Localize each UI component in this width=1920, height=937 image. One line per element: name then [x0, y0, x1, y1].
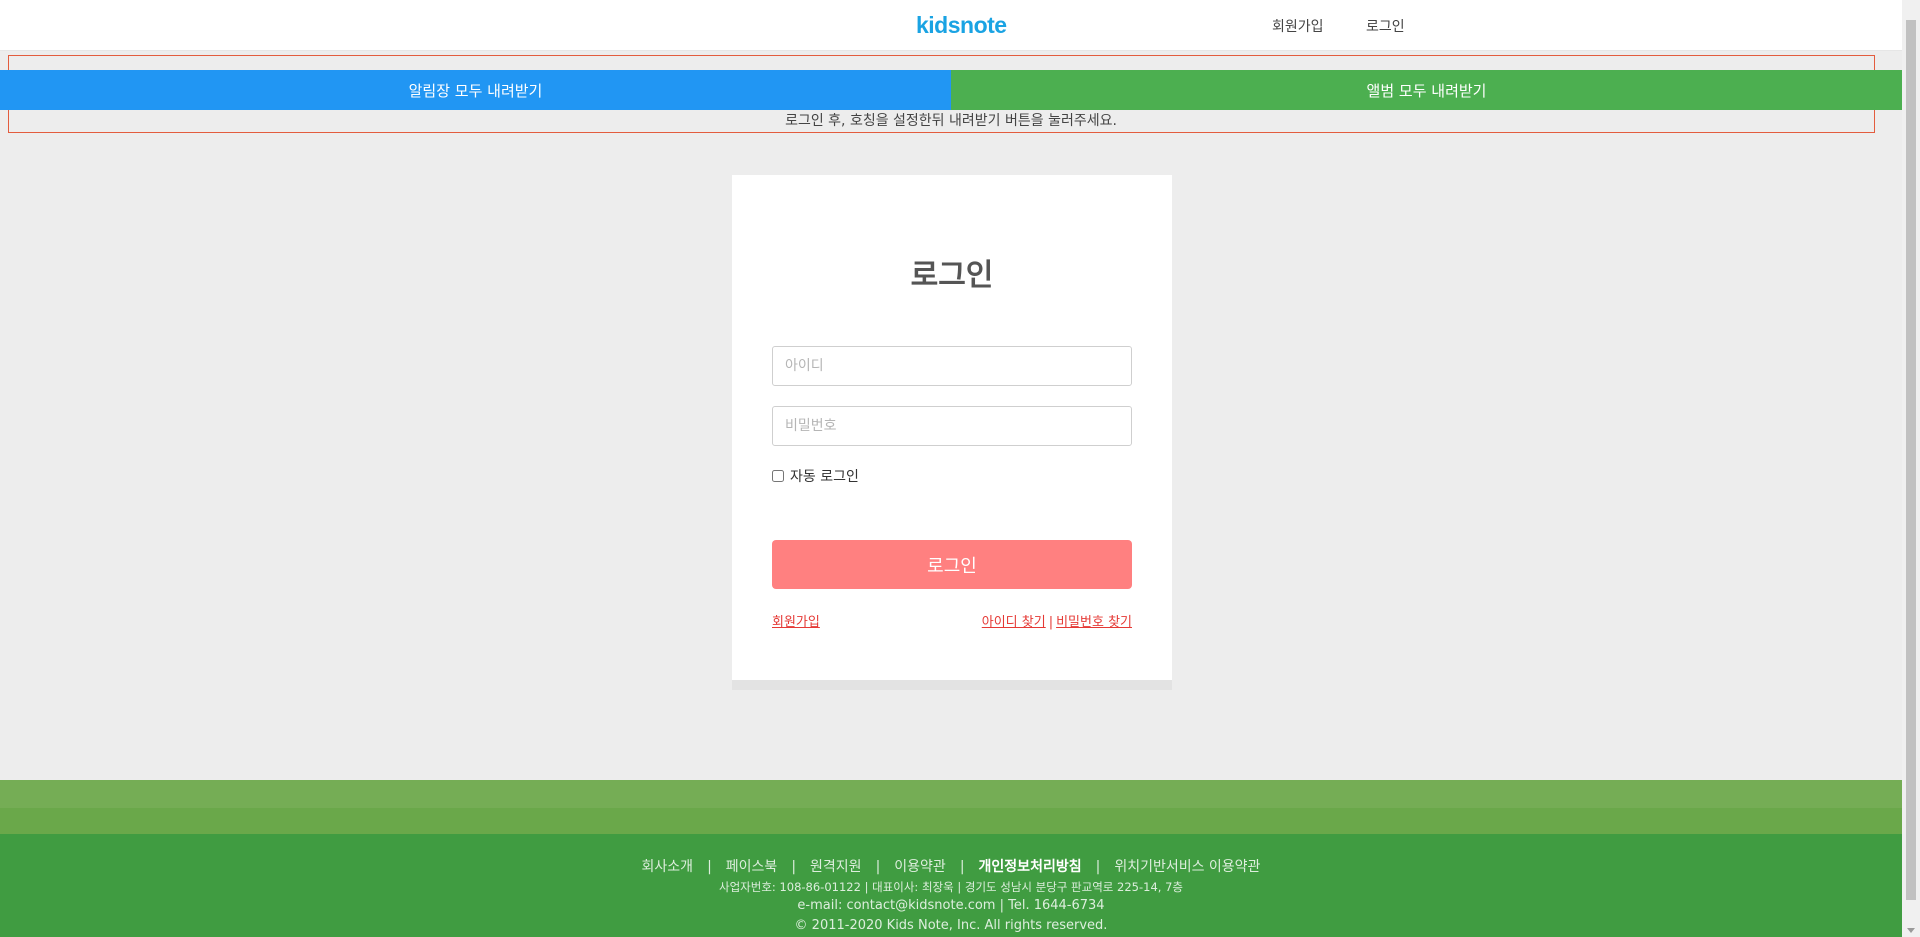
footer-contact: e-mail: contact@kidsnote.com | Tel. 1644…: [797, 898, 1105, 913]
scroll-down-arrow-icon[interactable]: [1907, 928, 1915, 933]
nav-login-link[interactable]: 로그인: [1366, 16, 1405, 36]
nav-signup-link[interactable]: 회원가입: [1272, 16, 1324, 36]
password-input[interactable]: [772, 406, 1132, 446]
footer-link-remote-support[interactable]: 원격지원: [810, 859, 862, 875]
footer-separator: |: [791, 859, 797, 875]
footer-nav: 회사소개 | 페이스북 | 원격지원 | 이용약관 | 개인정보처리방침 | 위치기반서비스 이용약…: [0, 856, 1902, 876]
download-hint-text: 로그인 후, 호칭을 설정한뒤 내려받기 버튼을 눌러주세요.: [785, 113, 1117, 129]
download-notices-button[interactable]: 알림장 모두 내려받기: [0, 70, 951, 110]
footer-separator: |: [875, 859, 881, 875]
footer-link-location-terms[interactable]: 위치기반서비스 이용약관: [1114, 859, 1260, 875]
footer-separator: |: [707, 859, 712, 875]
footer-link-facebook[interactable]: 페이스북: [726, 859, 778, 875]
signup-link[interactable]: 회원가입: [772, 615, 820, 630]
login-links: 회원가입 아이디 찾기 | 비밀번호 찾기: [772, 611, 1132, 630]
footer-link-privacy[interactable]: 개인정보처리방침: [979, 859, 1082, 875]
auto-login-label: 자동 로그인: [790, 469, 859, 485]
vertical-scrollbar[interactable]: [1902, 0, 1920, 937]
footer-separator: |: [1095, 859, 1101, 875]
find-links: 아이디 찾기 | 비밀번호 찾기: [982, 611, 1132, 630]
auto-login-option[interactable]: 자동 로그인: [772, 466, 859, 486]
auto-login-checkbox[interactable]: [772, 470, 784, 482]
footer-copyright: © 2011-2020 Kids Note, Inc. All rights r…: [794, 918, 1108, 933]
login-submit-button[interactable]: 로그인: [772, 540, 1132, 589]
find-password-link[interactable]: 비밀번호 찾기: [1056, 615, 1132, 630]
footer-stripe-middle: [0, 808, 1902, 834]
login-card: 로그인 자동 로그인 로그인 회원가입 아이디 찾기|비밀번호 찾기: [732, 175, 1172, 690]
login-title: 로그인: [910, 258, 994, 293]
footer-separator: |: [959, 859, 965, 875]
footer-stripe-top: [0, 780, 1902, 808]
find-id-link[interactable]: 아이디 찾기: [982, 615, 1046, 630]
scrollbar-thumb[interactable]: [1906, 20, 1916, 900]
kidsnote-logo[interactable]: kidsnote: [916, 12, 1007, 39]
top-header: kidsnote 회원가입 로그인: [0, 0, 1902, 51]
footer-company-info: 사업자번호: 108-86-01122 | 대표이사: 최장욱 | 경기도 성남…: [719, 880, 1183, 894]
download-albums-button[interactable]: 앨범 모두 내려받기: [951, 70, 1902, 110]
footer-link-terms[interactable]: 이용약관: [894, 859, 946, 875]
id-input[interactable]: [772, 346, 1132, 386]
link-separator: |: [1048, 615, 1054, 630]
site-footer: 회사소개 | 페이스북 | 원격지원 | 이용약관 | 개인정보처리방침 | 위치기반서비스 이용약…: [0, 834, 1902, 937]
footer-link-company[interactable]: 회사소개: [642, 859, 694, 875]
